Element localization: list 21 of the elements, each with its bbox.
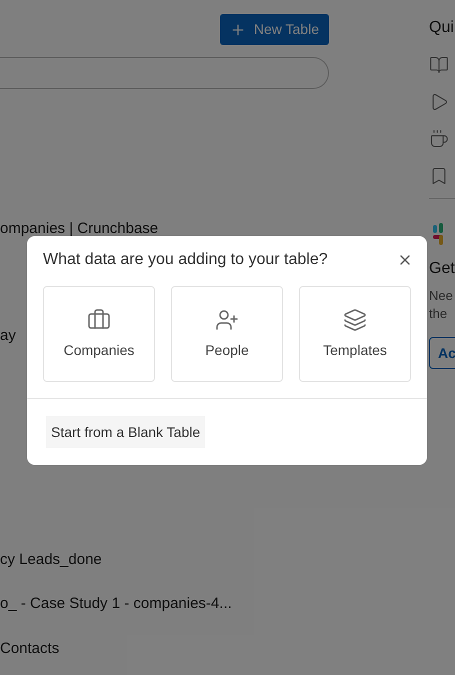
table-name[interactable]: cy Leads_done: [0, 550, 329, 570]
table-name[interactable]: Contacts: [0, 639, 329, 659]
add-person-icon: [215, 308, 239, 332]
book-icon[interactable]: [429, 55, 449, 75]
table-name[interactable]: o_ - Case Study 1 - companies-4...: [0, 594, 329, 614]
new-table-button[interactable]: New Table: [220, 14, 329, 45]
panel-title: Qui: [429, 18, 455, 38]
blank-table-button[interactable]: Start from a Blank Table: [46, 416, 206, 448]
layers-icon: [343, 308, 367, 332]
promo-title: Get: [429, 259, 455, 279]
plus-icon: [230, 22, 246, 38]
briefcase-icon: [87, 308, 111, 332]
dialog-title: What data are you adding to your table?: [43, 250, 328, 270]
option-card[interactable]: Templates: [299, 286, 411, 382]
promo-text: Nee: [429, 287, 454, 305]
option-card[interactable]: People: [171, 286, 283, 382]
option-card[interactable]: Companies: [43, 286, 155, 382]
table-name[interactable]: ompanies | Crunchbase: [0, 219, 329, 239]
search-field[interactable]: [0, 57, 329, 89]
promo-text: the: [429, 305, 448, 323]
cup-icon[interactable]: [429, 129, 449, 149]
